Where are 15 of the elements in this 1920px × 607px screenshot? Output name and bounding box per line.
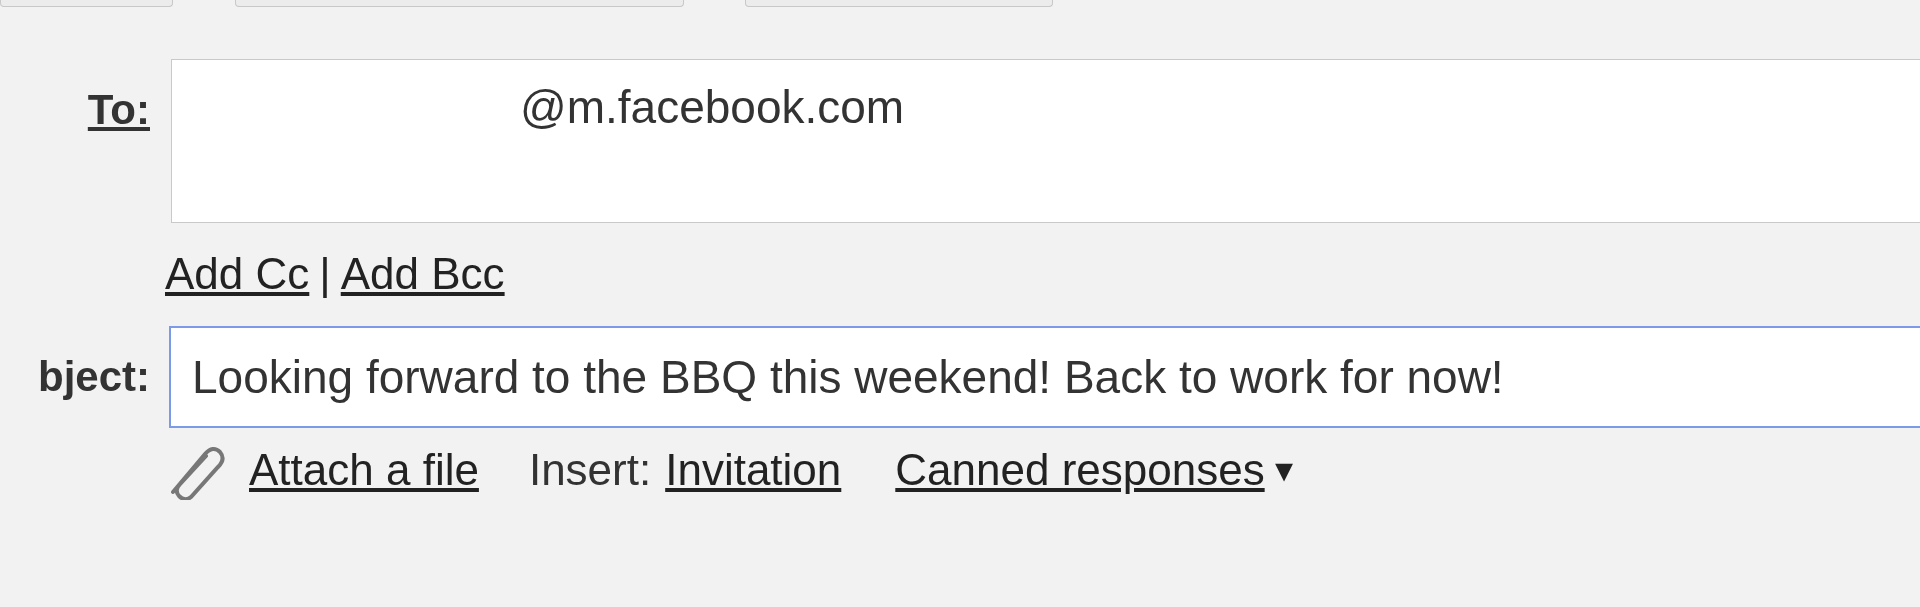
subject-label: bject: bbox=[37, 353, 150, 401]
invitation-link[interactable]: Invitation bbox=[665, 445, 842, 495]
canned-responses-link[interactable]: Canned responses bbox=[895, 445, 1265, 495]
to-field[interactable]: @m.facebook.com bbox=[171, 59, 1920, 223]
button[interactable] bbox=[235, 0, 684, 7]
insert-label: Insert: bbox=[528, 445, 652, 495]
subject-field[interactable]: Looking forward to the BBQ this weekend! Back to work for now! bbox=[169, 326, 1920, 428]
add-cc-link[interactable]: Add Cc bbox=[165, 249, 310, 299]
separator: | bbox=[319, 249, 331, 299]
attach-file-link[interactable]: Attach a file bbox=[249, 445, 479, 495]
button[interactable] bbox=[745, 0, 1053, 7]
to-label[interactable]: To: bbox=[0, 59, 150, 134]
button[interactable] bbox=[0, 0, 173, 7]
dropdown-arrow[interactable]: ▾ bbox=[1274, 449, 1293, 491]
add-bcc-link[interactable]: Add Bcc bbox=[340, 249, 505, 299]
